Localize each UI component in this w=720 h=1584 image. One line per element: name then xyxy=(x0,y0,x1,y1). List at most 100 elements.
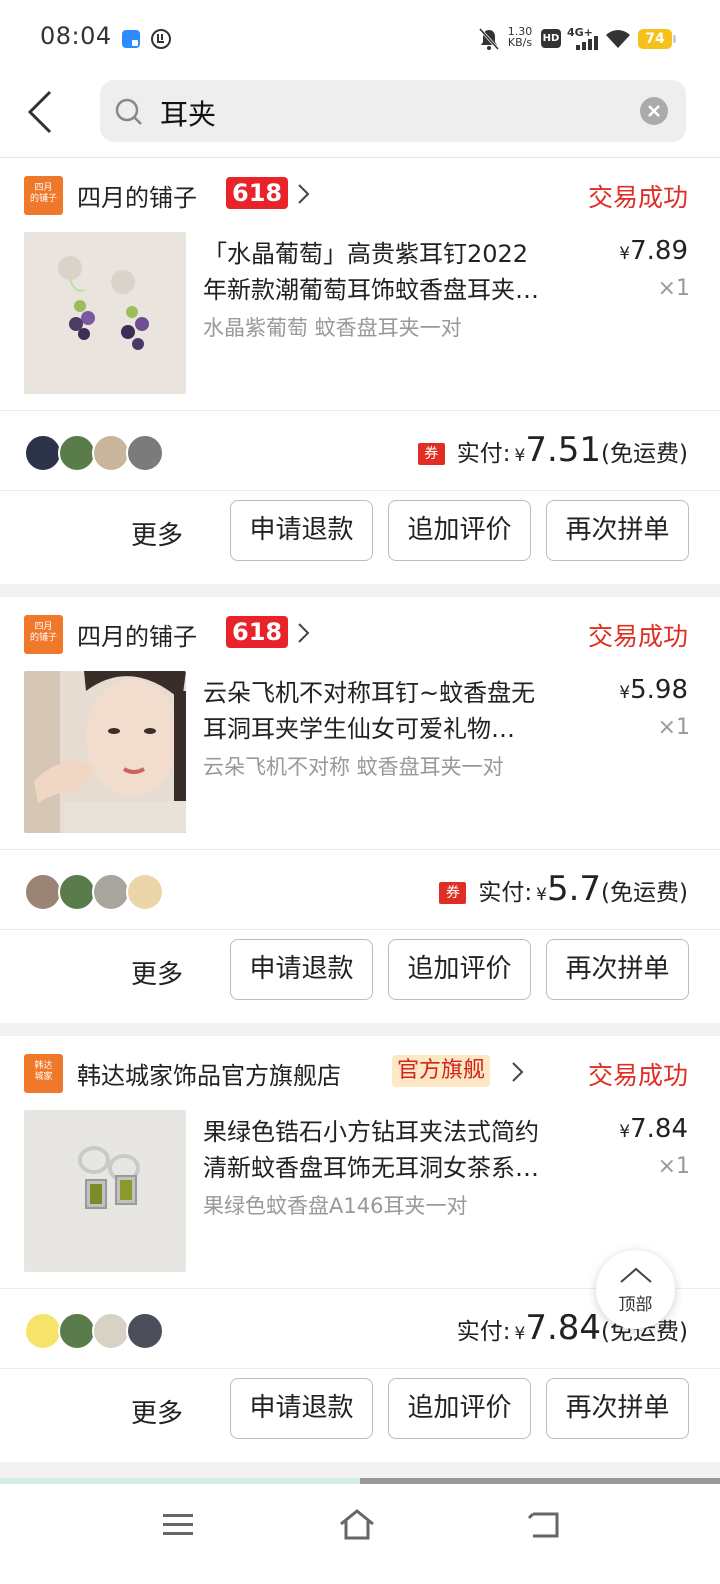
refund-button[interactable]: 申请退款 xyxy=(230,939,373,1000)
chevron-right-icon[interactable] xyxy=(296,622,310,644)
more-button[interactable]: 更多 xyxy=(131,1393,183,1430)
search-icon xyxy=(115,98,142,125)
avatar xyxy=(58,434,96,472)
notification-app-icon-2 xyxy=(151,29,171,49)
add-review-button[interactable]: 追加评价 xyxy=(388,1378,531,1439)
paid-label: 实付: xyxy=(456,1319,511,1345)
order-status: 交易成功 xyxy=(587,1061,688,1090)
notification-app-icon xyxy=(122,30,140,48)
avatar xyxy=(126,1312,164,1350)
shop-name[interactable]: 四月的铺子 xyxy=(77,178,197,213)
divider xyxy=(0,410,720,411)
search-query: 耳夹 xyxy=(160,98,217,131)
product-quantity: ×1 xyxy=(657,276,690,301)
avatar xyxy=(58,1312,96,1350)
add-review-button[interactable]: 追加评价 xyxy=(388,500,531,561)
paid-label: 实付: xyxy=(478,880,533,906)
hd-icon: HD xyxy=(541,29,561,48)
battery-icon: 74 xyxy=(638,29,676,49)
order-status: 交易成功 xyxy=(587,622,688,651)
coupon-badge: 券 xyxy=(439,882,467,904)
product-title[interactable]: 「水晶葡萄」高贵紫耳钉2022 年新款潮葡萄耳饰蚊香盘耳夹… xyxy=(203,236,593,308)
home-icon[interactable] xyxy=(337,1508,377,1542)
promo-618-tag: 618 xyxy=(226,616,289,648)
search-input[interactable]: 耳夹 xyxy=(100,80,686,142)
back-arrow-icon[interactable] xyxy=(20,86,64,136)
back-to-top-label: 顶部 xyxy=(618,1295,653,1315)
avatar xyxy=(92,873,130,911)
group-avatars xyxy=(24,1312,174,1350)
paid-amount: 7.84 xyxy=(525,1308,602,1348)
divider xyxy=(0,929,720,930)
back-to-top-button[interactable]: 顶部 xyxy=(596,1250,675,1329)
reorder-button[interactable]: 再次拼单 xyxy=(546,1378,689,1439)
promo-618-tag: 618 xyxy=(226,177,289,209)
menu-icon[interactable] xyxy=(163,1512,195,1538)
product-image[interactable] xyxy=(24,232,186,394)
group-avatars xyxy=(24,434,174,472)
status-time: 08:04 xyxy=(40,22,112,50)
chevron-right-icon[interactable] xyxy=(296,183,310,205)
shop-name[interactable]: 韩达城家饰品官方旗舰店 xyxy=(77,1056,341,1091)
shipping-note: (免运费) xyxy=(601,441,688,467)
status-bar: 08:04 1.30 KB/s HD 4G+ 74 xyxy=(0,0,720,78)
product-image[interactable] xyxy=(24,671,186,833)
chevron-up-icon xyxy=(620,1267,652,1283)
product-title[interactable]: 云朵飞机不对称耳钉~蚊香盘无 耳洞耳夹学生仙女可爱礼物… xyxy=(203,675,593,747)
clear-search-button[interactable] xyxy=(640,97,668,125)
add-review-button[interactable]: 追加评价 xyxy=(388,939,531,1000)
coupon-badge: 券 xyxy=(417,443,445,465)
paid-amount: 7.51 xyxy=(525,430,602,470)
avatar xyxy=(92,434,130,472)
shop-name[interactable]: 四月的铺子 xyxy=(77,617,197,652)
official-store-tag: 官方旗舰 xyxy=(392,1055,491,1087)
avatar xyxy=(24,873,62,911)
order-card: 韩达 城家 韩达城家饰品官方旗舰店 官方旗舰 交易成功 果绿色锆石小方钻耳夹法式… xyxy=(0,1036,720,1462)
wifi-icon xyxy=(606,30,630,48)
more-button[interactable]: 更多 xyxy=(131,515,183,552)
divider xyxy=(0,1368,720,1369)
signal-icon xyxy=(576,36,598,50)
product-price: ¥5.98 xyxy=(619,675,688,705)
shop-logo: 四月 的铺子 xyxy=(24,176,63,215)
product-price: ¥7.84 xyxy=(619,1114,688,1144)
product-sku: 水晶紫葡萄 蚊香盘耳夹一对 xyxy=(203,316,462,340)
mute-bell-icon xyxy=(478,27,500,51)
reorder-button[interactable]: 再次拼单 xyxy=(546,939,689,1000)
network-speed: 1.30 KB/s xyxy=(507,25,533,49)
back-icon[interactable] xyxy=(527,1510,563,1540)
product-title[interactable]: 果绿色锆石小方钻耳夹法式简约 清新蚊香盘耳饰无耳洞女茶系… xyxy=(203,1114,593,1186)
paid-amount: 5.7 xyxy=(546,869,602,909)
avatar xyxy=(24,434,62,472)
paid-amount-row: 券 实付: ¥5.7 (免运费) xyxy=(439,869,688,909)
shop-logo: 韩达 城家 xyxy=(24,1054,63,1093)
avatar xyxy=(24,1312,62,1350)
order-status: 交易成功 xyxy=(587,183,688,212)
product-price: ¥7.89 xyxy=(619,236,688,266)
divider xyxy=(0,490,720,491)
shipping-note: (免运费) xyxy=(601,880,688,906)
chevron-right-icon[interactable] xyxy=(510,1061,524,1083)
avatar xyxy=(126,873,164,911)
product-sku: 云朵飞机不对称 蚊香盘耳夹一对 xyxy=(203,755,504,779)
search-header: 耳夹 xyxy=(0,78,720,158)
reorder-button[interactable]: 再次拼单 xyxy=(546,500,689,561)
more-button[interactable]: 更多 xyxy=(131,954,183,991)
close-icon xyxy=(648,105,660,117)
refund-button[interactable]: 申请退款 xyxy=(230,1378,373,1439)
product-image[interactable] xyxy=(24,1110,186,1272)
group-avatars xyxy=(24,873,174,911)
shop-logo: 四月 的铺子 xyxy=(24,615,63,654)
paid-amount-row: 券 实付: ¥7.51 (免运费) xyxy=(417,430,688,470)
avatar xyxy=(126,434,164,472)
order-card: 四月 的铺子 四月的铺子 618 交易成功 云朵飞机不对称耳钉~蚊香盘无 耳洞耳夹… xyxy=(0,597,720,1023)
avatar xyxy=(58,873,96,911)
system-nav-bar xyxy=(0,1484,720,1584)
refund-button[interactable]: 申请退款 xyxy=(230,500,373,561)
product-quantity: ×1 xyxy=(657,1154,690,1179)
product-quantity: ×1 xyxy=(657,715,690,740)
avatar xyxy=(92,1312,130,1350)
product-sku: 果绿色蚊香盘A146耳夹一对 xyxy=(203,1194,468,1218)
divider xyxy=(0,849,720,850)
order-card: 四月 的铺子 四月的铺子 618 交易成功 「水晶葡萄」高贵紫耳钉2022 年新款… xyxy=(0,158,720,584)
